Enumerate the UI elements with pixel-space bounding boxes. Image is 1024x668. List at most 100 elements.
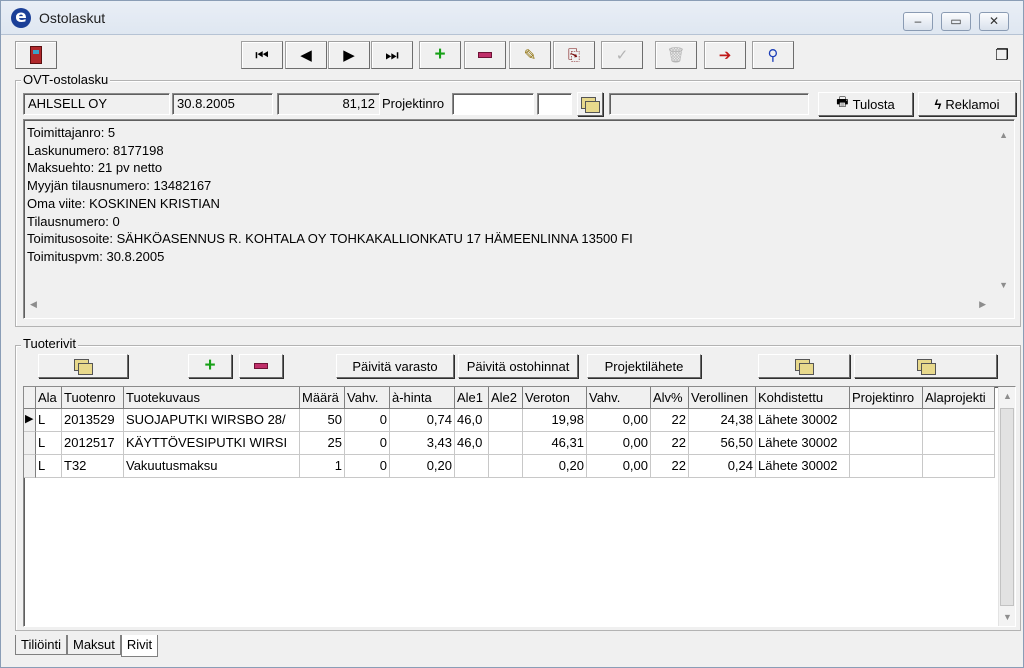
scroll-down-icon[interactable]: ▼: [1003, 612, 1012, 622]
cell[interactable]: 22: [651, 455, 689, 478]
remove-row-button[interactable]: [239, 354, 283, 378]
confirm-button[interactable]: ✓: [601, 41, 643, 69]
tab-payments[interactable]: Maksut: [66, 635, 121, 655]
window-list-button[interactable]: ❐: [987, 41, 1017, 69]
project-lookup-button[interactable]: [577, 92, 603, 116]
search-button[interactable]: ⚲: [752, 41, 794, 69]
scroll-left-icon[interactable]: ◀: [30, 299, 37, 310]
cell[interactable]: 0,24: [689, 455, 756, 478]
table-row[interactable]: L 2012517 KÄYTTÖVESIPUTKI WIRSI 25 0 3,4…: [24, 432, 995, 455]
project-lookup-rows-button[interactable]: [854, 354, 997, 378]
project-note-button[interactable]: Projektilähete: [587, 354, 701, 378]
supplier-field[interactable]: AHLSELL OY: [23, 93, 170, 115]
cell[interactable]: [850, 432, 923, 455]
print-button[interactable]: 🖶 Tulosta: [818, 92, 913, 116]
header-net[interactable]: Veroton: [523, 387, 587, 409]
cell[interactable]: [850, 409, 923, 432]
reclaim-button[interactable]: ϟ Reklamoi: [918, 92, 1016, 116]
tab-rows[interactable]: Rivit: [120, 635, 159, 657]
header-discount1[interactable]: Ale1: [455, 387, 489, 409]
cell[interactable]: [489, 432, 523, 455]
cell[interactable]: 0: [345, 432, 390, 455]
header-discount2[interactable]: Ale2: [489, 387, 523, 409]
cell[interactable]: [923, 455, 995, 478]
cell[interactable]: 50: [300, 409, 345, 432]
tab-accounting[interactable]: Tiliöinti: [15, 635, 67, 655]
cell[interactable]: 46,0: [455, 409, 489, 432]
cell[interactable]: 0,00: [587, 409, 651, 432]
cell[interactable]: 19,98: [523, 409, 587, 432]
cell[interactable]: L: [36, 432, 62, 455]
cell[interactable]: 3,43: [390, 432, 455, 455]
table-row[interactable]: ▶ L 2013529 SUOJAPUTKI WIRSBO 28/ 50 0 0…: [24, 409, 995, 432]
scroll-down-icon[interactable]: ▼: [999, 280, 1008, 290]
cell[interactable]: 0: [345, 455, 390, 478]
cell[interactable]: Lähete 30002: [756, 432, 850, 455]
maximize-button[interactable]: ▭: [941, 12, 971, 31]
export-button[interactable]: ➔: [704, 41, 746, 69]
header-vat-percent[interactable]: Alv%: [651, 387, 689, 409]
next-record-button[interactable]: ▶: [328, 41, 370, 69]
cell[interactable]: L: [36, 409, 62, 432]
header-allocated[interactable]: Kohdistettu: [756, 387, 850, 409]
cell[interactable]: 0: [345, 409, 390, 432]
rows-lookup-button[interactable]: [38, 354, 128, 378]
cell[interactable]: [850, 455, 923, 478]
scroll-up-icon[interactable]: ▲: [1003, 391, 1012, 401]
header-quantity[interactable]: Määrä: [300, 387, 345, 409]
allocate-lookup-button[interactable]: [758, 354, 850, 378]
first-record-button[interactable]: ⏮: [241, 41, 283, 69]
add-record-button[interactable]: +: [419, 41, 461, 69]
cell[interactable]: [489, 455, 523, 478]
exit-button[interactable]: [15, 41, 57, 69]
header-product-number[interactable]: Tuotenro: [62, 387, 124, 409]
grid-vertical-scrollbar[interactable]: ▲ ▼: [998, 387, 1015, 626]
cell[interactable]: 22: [651, 409, 689, 432]
update-stock-button[interactable]: Päivitä varasto: [336, 354, 454, 378]
cell[interactable]: 25: [300, 432, 345, 455]
close-button[interactable]: ✕: [979, 12, 1009, 31]
header-subproject[interactable]: Alaprojekti: [923, 387, 995, 409]
cell[interactable]: [455, 455, 489, 478]
cell[interactable]: 1: [300, 455, 345, 478]
table-row[interactable]: L T32 Vakuutusmaksu 1 0 0,20 0,20 0,00 2…: [24, 455, 995, 478]
cell[interactable]: [923, 432, 995, 455]
cell[interactable]: [923, 409, 995, 432]
cell[interactable]: 56,50: [689, 432, 756, 455]
cell[interactable]: 0,74: [390, 409, 455, 432]
last-record-button[interactable]: ⏭: [371, 41, 413, 69]
header-confirmed2[interactable]: Vahv.: [587, 387, 651, 409]
invoice-date-field[interactable]: 30.8.2005: [172, 93, 273, 115]
add-row-button[interactable]: +: [188, 354, 232, 378]
project-number-input[interactable]: [452, 93, 534, 115]
cell[interactable]: 46,31: [523, 432, 587, 455]
cell[interactable]: SUOJAPUTKI WIRSBO 28/: [124, 409, 300, 432]
edit-button[interactable]: ✎: [509, 41, 551, 69]
header-unit-price[interactable]: à-hinta: [390, 387, 455, 409]
delete-button[interactable]: 🗑: [655, 41, 697, 69]
header-gross[interactable]: Verollinen: [689, 387, 756, 409]
cell[interactable]: 2012517: [62, 432, 124, 455]
cell[interactable]: KÄYTTÖVESIPUTKI WIRSI: [124, 432, 300, 455]
cell[interactable]: Vakuutusmaksu: [124, 455, 300, 478]
scroll-up-icon[interactable]: ▲: [999, 130, 1008, 140]
cell[interactable]: Lähete 30002: [756, 409, 850, 432]
invoice-amount-field[interactable]: 81,12: [277, 93, 380, 115]
scroll-right-icon[interactable]: ▶: [979, 299, 986, 310]
cell[interactable]: 2013529: [62, 409, 124, 432]
cell[interactable]: L: [36, 455, 62, 478]
cell[interactable]: [489, 409, 523, 432]
cell[interactable]: 0,20: [523, 455, 587, 478]
cell[interactable]: Lähete 30002: [756, 455, 850, 478]
cell[interactable]: 46,0: [455, 432, 489, 455]
invoice-details-memo[interactable]: Toimittajanro: 5 Laskunumero: 8177198 Ma…: [23, 119, 1015, 319]
scroll-thumb[interactable]: [1000, 408, 1014, 606]
cell[interactable]: 0,20: [390, 455, 455, 478]
cell[interactable]: T32: [62, 455, 124, 478]
header-project-number[interactable]: Projektinro: [850, 387, 923, 409]
copy-button[interactable]: ⎘: [553, 41, 595, 69]
cell[interactable]: 0,00: [587, 432, 651, 455]
header-confirmed[interactable]: Vahv.: [345, 387, 390, 409]
cell[interactable]: 22: [651, 432, 689, 455]
product-rows-grid[interactable]: Ala Tuotenro Tuotekuvaus Määrä Vahv. à-h…: [23, 386, 1016, 627]
